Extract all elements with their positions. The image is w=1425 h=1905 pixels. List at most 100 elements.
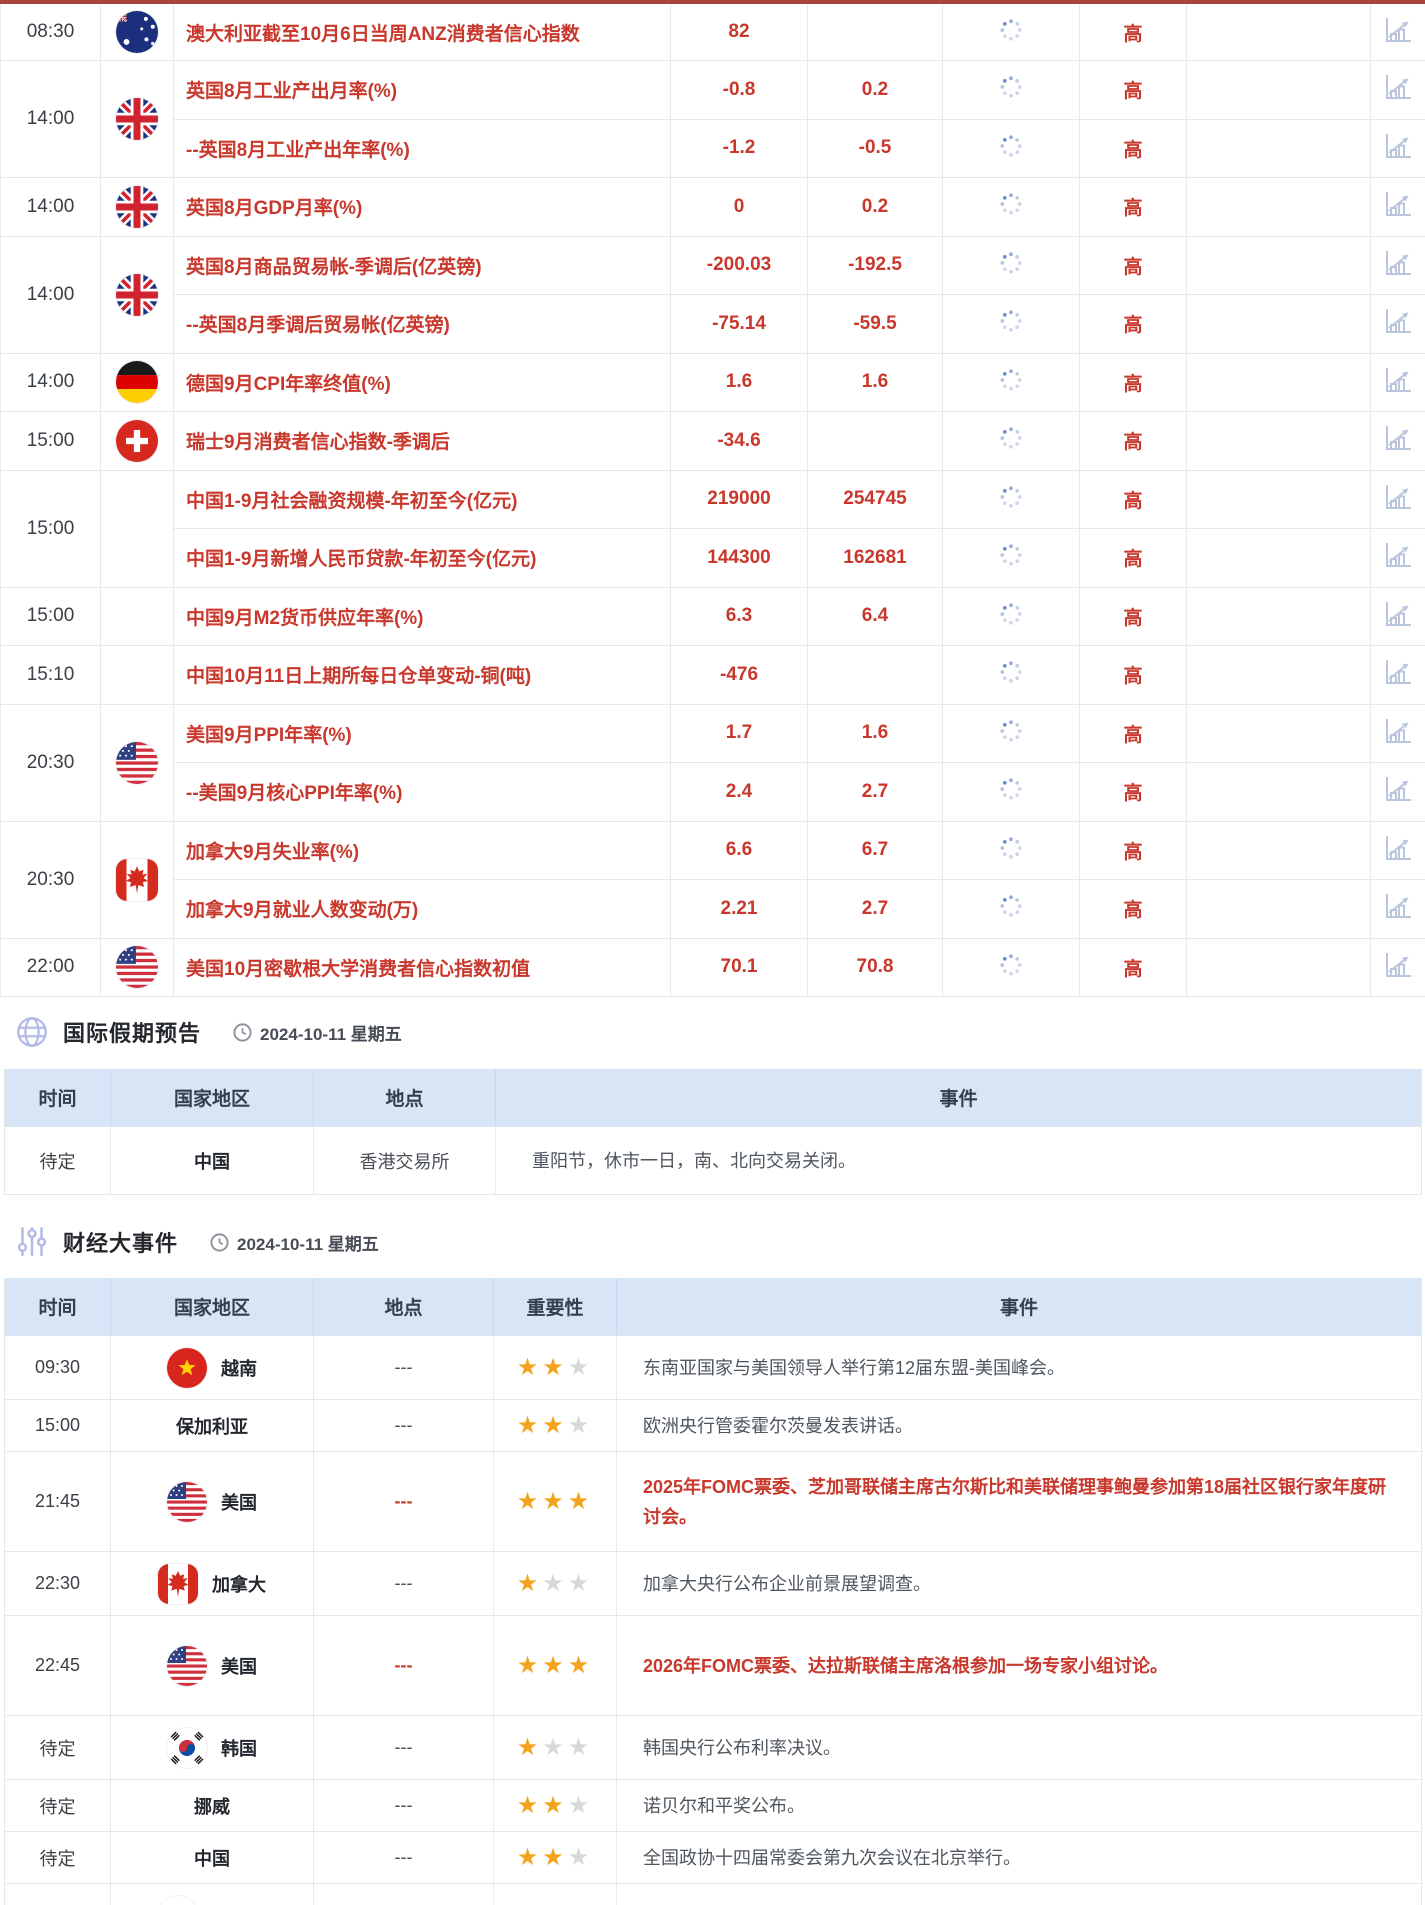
au-flag-icon <box>116 11 158 53</box>
star-icon: ★ <box>517 1488 543 1515</box>
star-icon: ★ <box>542 1792 568 1819</box>
chart-action-cell[interactable] <box>1371 880 1425 939</box>
holiday-col-location: 地点 <box>314 1069 496 1127</box>
chart-action-cell[interactable] <box>1371 704 1425 763</box>
chart-action-cell[interactable] <box>1371 821 1425 880</box>
previous-value-cell <box>1187 938 1371 997</box>
event-importance-cell: ★★★ <box>494 1336 617 1400</box>
importance-cell: 高 <box>1080 587 1187 646</box>
importance-cell: 高 <box>1080 2 1187 61</box>
actual-value-cell: -34.6 <box>671 412 808 471</box>
actual-value-cell: 219000 <box>671 470 808 529</box>
event-importance-cell: ★★★ <box>494 1552 617 1616</box>
forecast-value-cell: 2.7 <box>808 763 943 822</box>
chart-icon[interactable] <box>1382 305 1414 337</box>
chart-action-cell[interactable] <box>1371 61 1425 120</box>
previous-value-cell <box>1187 646 1371 705</box>
section-title-text: 财经大事件 <box>63 1226 178 1258</box>
spinner-icon <box>999 894 1023 918</box>
event-location-cell: --- <box>314 1832 494 1884</box>
gb-flag-icon <box>116 186 158 228</box>
status-cell <box>943 119 1080 178</box>
event-location-cell: --- <box>314 1336 494 1400</box>
actual-value-cell: 144300 <box>671 529 808 588</box>
chart-icon[interactable] <box>1382 481 1414 513</box>
chart-icon[interactable] <box>1382 188 1414 220</box>
chart-action-cell[interactable] <box>1371 236 1425 295</box>
chart-icon[interactable] <box>1382 949 1414 981</box>
clock-icon <box>232 1022 253 1043</box>
chart-action-cell[interactable] <box>1371 178 1425 237</box>
chart-action-cell[interactable] <box>1371 587 1425 646</box>
country-flag-cell <box>101 646 174 705</box>
chart-action-cell[interactable] <box>1371 412 1425 471</box>
forecast-value-cell: 6.4 <box>808 587 943 646</box>
section-title-text: 国际假期预告 <box>63 1016 201 1048</box>
event-time-cell: 15:00 <box>5 1400 111 1452</box>
chart-icon[interactable] <box>1382 715 1414 747</box>
chart-icon[interactable] <box>1382 832 1414 864</box>
previous-value-cell <box>1187 470 1371 529</box>
importance-cell: 高 <box>1080 236 1187 295</box>
chart-icon[interactable] <box>1382 890 1414 922</box>
actual-value-cell: -75.14 <box>671 295 808 354</box>
chart-icon[interactable] <box>1382 656 1414 688</box>
holiday-col-event: 事件 <box>496 1069 1422 1127</box>
section-date: 2024-10-11 星期五 <box>209 1230 379 1255</box>
importance-cell: 高 <box>1080 353 1187 412</box>
star-icon: ★ <box>542 1412 568 1439</box>
previous-value-cell <box>1187 119 1371 178</box>
event-description-cell: 加拿大央行公布企业前景展望调查。 <box>617 1552 1422 1616</box>
forecast-value-cell: 254745 <box>808 470 943 529</box>
country-flag-cell <box>101 61 174 178</box>
us-flag-icon <box>116 742 158 784</box>
ca-flag-icon <box>116 859 158 901</box>
country-name: 韩国 <box>221 1735 257 1761</box>
section-date: 2024-10-11 星期五 <box>232 1020 402 1045</box>
chart-icon[interactable] <box>1382 14 1414 46</box>
chart-action-cell[interactable] <box>1371 938 1425 997</box>
events-col-time: 时间 <box>5 1278 111 1336</box>
star-icon: ★ <box>517 1734 543 1761</box>
event-name-cell: 美国10月密歇根大学消费者信心指数初值 <box>174 938 671 997</box>
chart-icon[interactable] <box>1382 598 1414 630</box>
importance-cell: 高 <box>1080 529 1187 588</box>
country-name: 美国 <box>221 1653 257 1679</box>
importance-cell: 高 <box>1080 704 1187 763</box>
chart-icon[interactable] <box>1382 539 1414 571</box>
chart-icon[interactable] <box>1382 247 1414 279</box>
holiday-col-country: 国家地区 <box>111 1069 314 1127</box>
forecast-value-cell <box>808 2 943 61</box>
chart-icon[interactable] <box>1382 364 1414 396</box>
status-cell <box>943 178 1080 237</box>
chart-action-cell[interactable] <box>1371 2 1425 61</box>
chart-action-cell[interactable] <box>1371 529 1425 588</box>
country-flag-cell <box>101 704 174 821</box>
chart-icon[interactable] <box>1382 71 1414 103</box>
chart-action-cell[interactable] <box>1371 295 1425 354</box>
actual-value-cell: 82 <box>671 2 808 61</box>
actual-value-cell: 2.4 <box>671 763 808 822</box>
event-country-cell: 中国 <box>111 1832 314 1884</box>
chart-icon[interactable] <box>1382 773 1414 805</box>
chart-action-cell[interactable] <box>1371 353 1425 412</box>
economic-event-row: 08:30澳大利亚截至10月6日当周ANZ消费者信心指数82高 <box>1 2 1425 61</box>
spinner-icon <box>999 836 1023 860</box>
event-importance-cell: ★★★ <box>494 1832 617 1884</box>
chart-action-cell[interactable] <box>1371 470 1425 529</box>
event-name-cell: 英国8月工业产出月率(%) <box>174 61 671 120</box>
chart-action-cell[interactable] <box>1371 119 1425 178</box>
chart-action-cell[interactable] <box>1371 646 1425 705</box>
status-cell <box>943 646 1080 705</box>
ru-flag-icon <box>158 1896 198 1905</box>
chart-icon[interactable] <box>1382 422 1414 454</box>
star-icon: ★ <box>568 1792 594 1819</box>
event-time-cell: 待定 <box>5 1832 111 1884</box>
holiday-event-cell: 重阳节，休市一日，南、北向交易关闭。 <box>496 1127 1422 1195</box>
chart-action-cell[interactable] <box>1371 763 1425 822</box>
country-flag-cell <box>101 2 174 61</box>
importance-cell: 高 <box>1080 412 1187 471</box>
chart-icon[interactable] <box>1382 130 1414 162</box>
spinner-icon <box>999 75 1023 99</box>
event-name-cell: 英国8月商品贸易帐-季调后(亿英镑) <box>174 236 671 295</box>
